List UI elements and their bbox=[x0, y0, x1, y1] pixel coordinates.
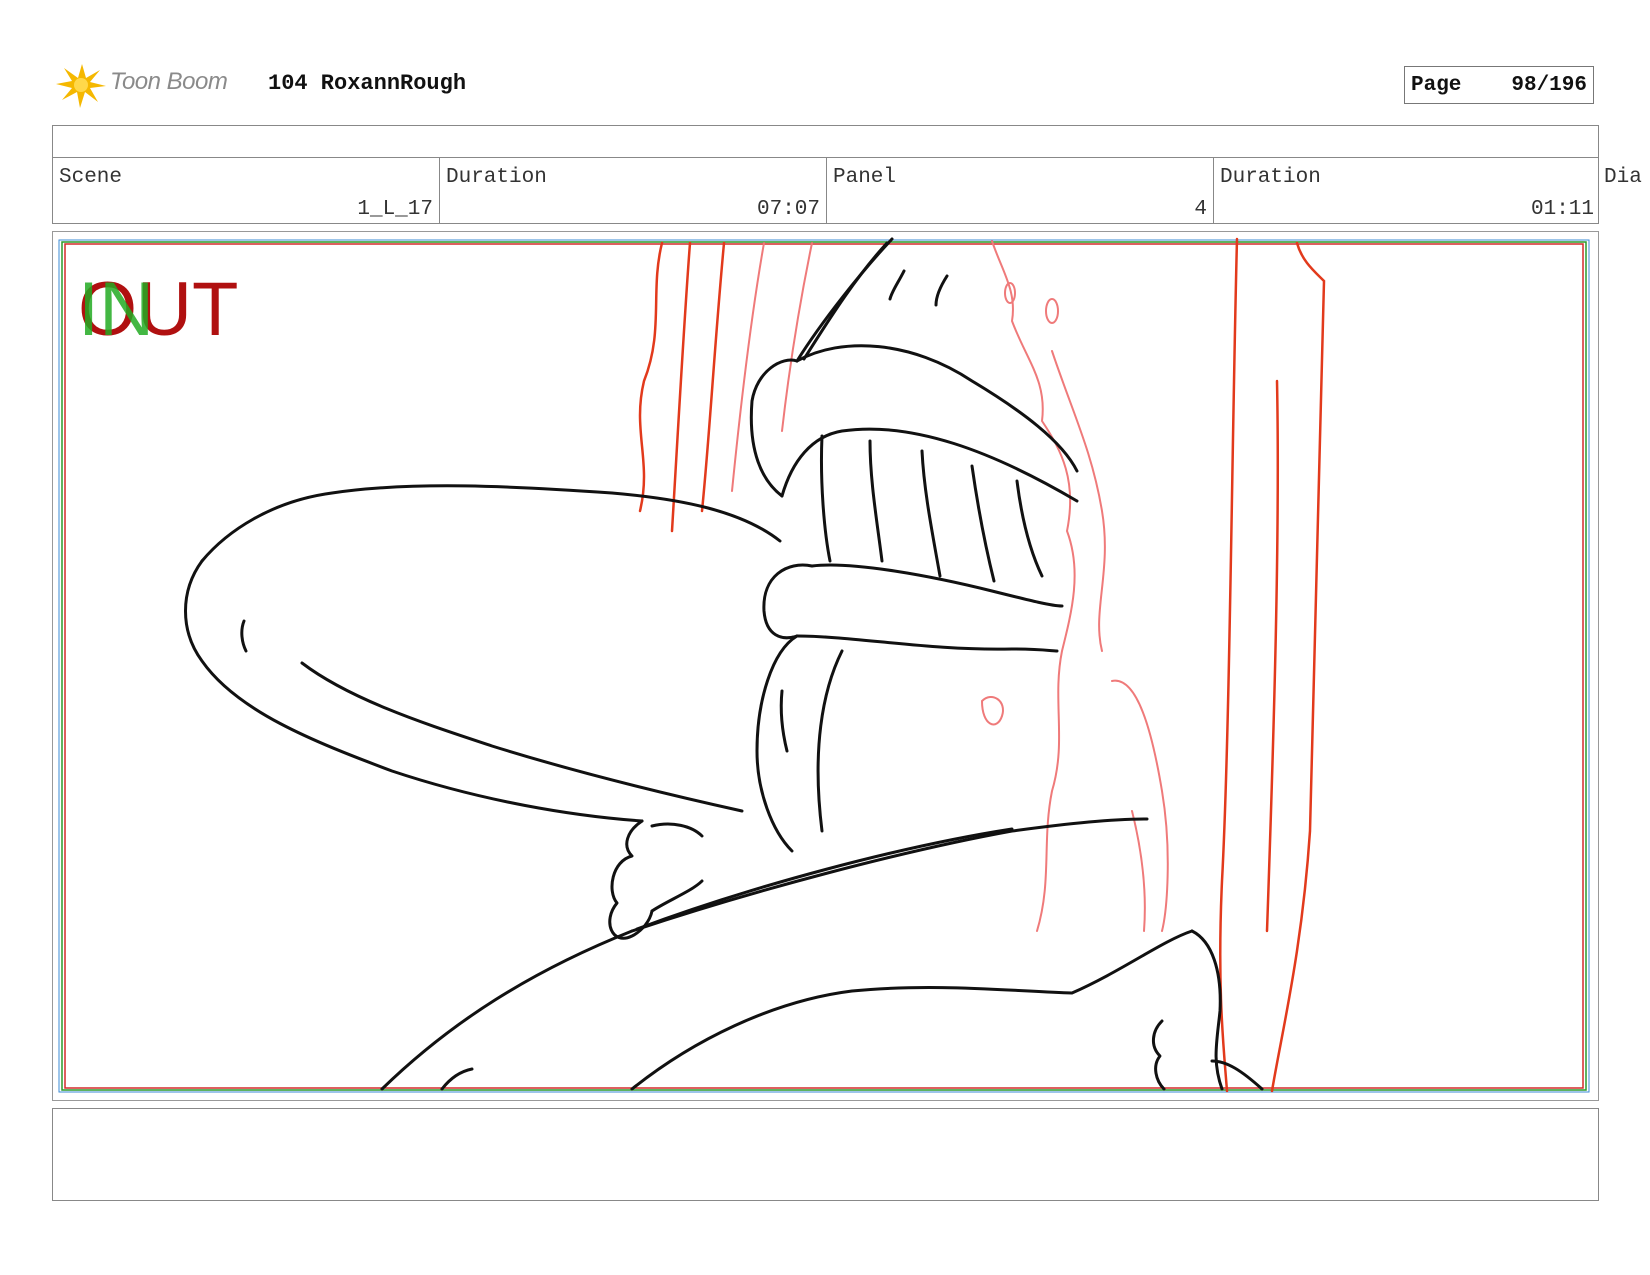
brand-name: Toon Boom bbox=[110, 68, 228, 95]
title-strip bbox=[52, 125, 1599, 158]
sketch-body bbox=[380, 817, 1264, 1091]
scene-value: 1_L_17 bbox=[357, 198, 433, 221]
panel-cell: Panel 4 bbox=[827, 158, 1214, 224]
sketch-mouth bbox=[749, 237, 1079, 853]
safe-frame-blue bbox=[58, 239, 1590, 1093]
panel-duration-cell: Duration 01:11 bbox=[1214, 158, 1600, 224]
scene-duration-label: Duration bbox=[446, 166, 547, 189]
camera-frame-out bbox=[64, 243, 1584, 1089]
panel-duration-value: 01:11 bbox=[1530, 198, 1594, 221]
background-pink-lines bbox=[731, 240, 1169, 932]
toon-boom-logo-icon bbox=[56, 64, 106, 108]
scene-duration-value: 07:07 bbox=[756, 198, 820, 221]
storyboard-header: Toon Boom 104 RoxannRough Page 98/196 bbox=[52, 56, 1602, 116]
in-out-marker: OUT IN bbox=[78, 267, 238, 352]
panel-value: 4 bbox=[1194, 198, 1207, 221]
in-marker: IN bbox=[78, 267, 154, 352]
panel-info-bar: Scene 1_L_17 Duration 07:07 Panel 4 Dura… bbox=[52, 158, 1599, 224]
dialog-label: Dia bbox=[1604, 166, 1642, 189]
page-number: 98/196 bbox=[1511, 73, 1587, 97]
scene-label: Scene bbox=[59, 166, 123, 189]
panel-notes bbox=[52, 1108, 1599, 1201]
panel-label: Panel bbox=[833, 166, 897, 189]
scene-cell: Scene 1_L_17 bbox=[53, 158, 440, 224]
sketch-arm bbox=[184, 484, 782, 940]
panel-drawing: OUT IN bbox=[58, 237, 1590, 1093]
panel-duration-label: Duration bbox=[1220, 166, 1321, 189]
page-label: Page bbox=[1411, 73, 1462, 97]
background-red-lines bbox=[638, 237, 1326, 1093]
project-title: 104 RoxannRough bbox=[268, 71, 467, 96]
camera-frame-in bbox=[61, 241, 1587, 1091]
scene-duration-cell: Duration 07:07 bbox=[440, 158, 827, 224]
page-indicator: Page 98/196 bbox=[1404, 66, 1594, 104]
